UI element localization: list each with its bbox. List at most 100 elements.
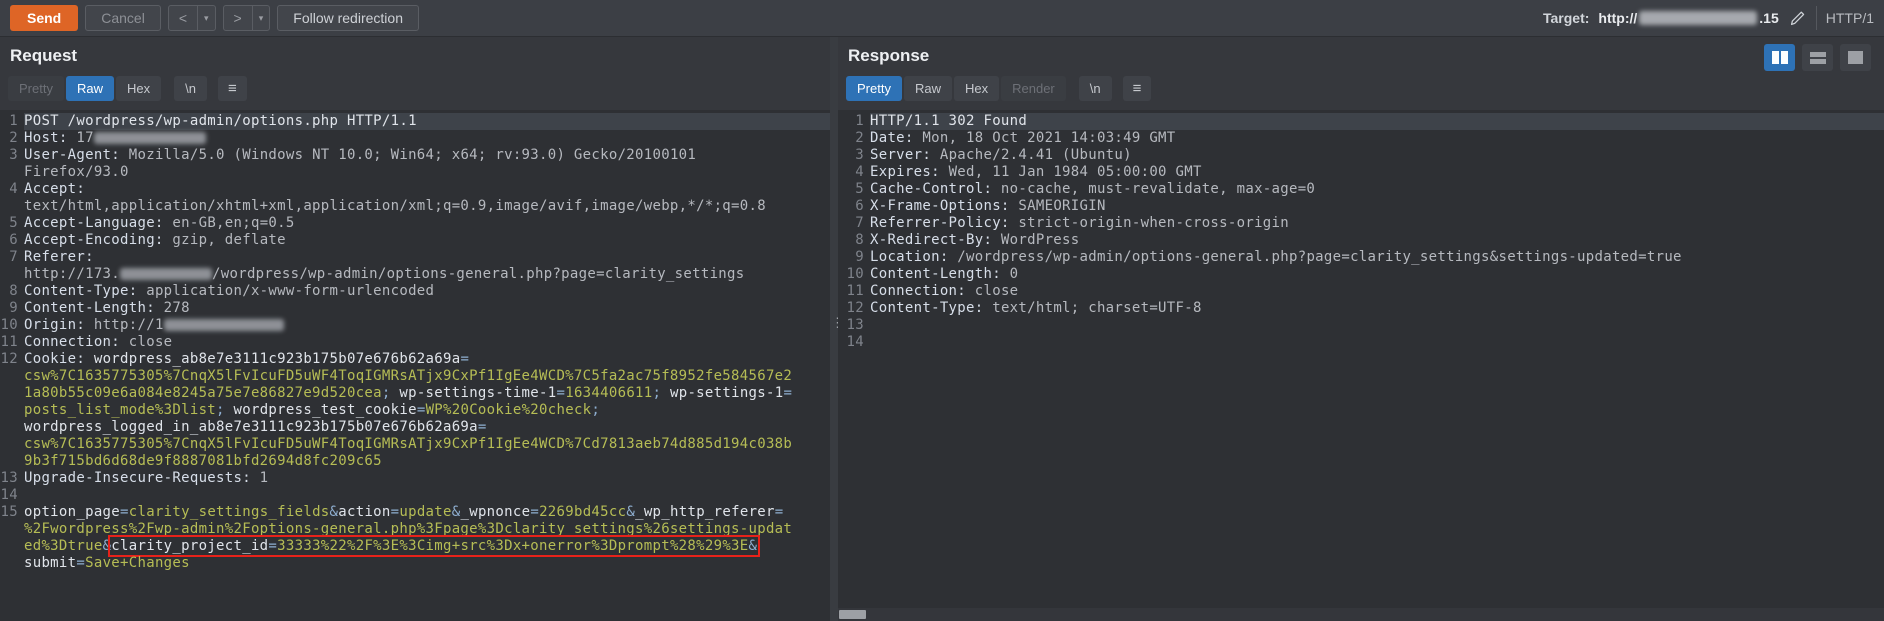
code-line: ed%3Dtrue&clarity_project_id=33333%22%2F… [0,538,830,555]
forward-history-dropdown[interactable]: ▾ [252,6,270,30]
line-number: 8 [838,232,870,249]
layout-rows-button[interactable] [1802,44,1833,71]
back-button[interactable]: < [169,6,197,30]
code-text: posts_list_mode%3Dlist; wordpress_test_c… [24,402,830,419]
line-number: 11 [838,283,870,300]
tab-nn[interactable]: \n [1079,76,1112,101]
panel-divider[interactable]: ⋮ [830,37,838,621]
tab-raw[interactable]: Raw [66,76,114,101]
line-number: 11 [0,334,24,351]
request-title: Request [0,37,830,70]
code-line: 12Content-Type: text/html; charset=UTF-8 [838,300,1884,317]
line-number: 5 [0,215,24,232]
target-area: Target: http:// .15 HTTP/1 [1543,6,1874,30]
tab-hex[interactable]: Hex [954,76,999,101]
code-text: Accept: [24,181,830,198]
chevron-right-icon: > [234,10,242,26]
code-line: 1a80b55c09e6a084e8245a75e7e86827e9d520ce… [0,385,830,402]
line-number [0,368,24,385]
code-text: Host: 17 [24,130,830,147]
code-line: posts_list_mode%3Dlist; wordpress_test_c… [0,402,830,419]
code-text: X-Redirect-By: WordPress [870,232,1884,249]
forward-button[interactable]: > [224,6,252,30]
scrollbar-thumb[interactable] [839,610,866,619]
code-text: Location: /wordpress/wp-admin/options-ge… [870,249,1884,266]
code-line: 3Server: Apache/2.4.41 (Ubuntu) [838,147,1884,164]
line-number: 2 [0,130,24,147]
code-text: option_page=clarity_settings_fields&acti… [24,504,830,521]
code-text: Firefox/93.0 [24,164,830,181]
code-text: Accept-Encoding: gzip, deflate [24,232,830,249]
code-line: 9Content-Length: 278 [0,300,830,317]
response-horizontal-scrollbar[interactable] [838,608,1884,621]
forward-control: > ▾ [223,5,271,31]
request-panel: Request PrettyRawHex \n ≡ 1POST /wordpres… [0,37,830,621]
code-text: Content-Length: 0 [870,266,1884,283]
code-line: 14 [838,334,1884,351]
code-text: Content-Type: text/html; charset=UTF-8 [870,300,1884,317]
code-text [24,487,830,504]
target-url-suffix: .15 [1759,10,1778,26]
code-text: wordpress_logged_in_ab8e7e3111c923b175b0… [24,419,830,436]
follow-redirection-button[interactable]: Follow redirection [277,5,419,31]
line-number: 1 [0,113,24,130]
tab-render[interactable]: Render [1001,76,1066,101]
code-line: 6X-Frame-Options: SAMEORIGIN [838,198,1884,215]
line-number: 7 [0,249,24,266]
back-history-dropdown[interactable]: ▾ [197,6,215,30]
line-number: 13 [838,317,870,334]
code-text: Upgrade-Insecure-Requests: 1 [24,470,830,487]
code-text: %2Fwordpress%2Fwp-admin%2Foptions-genera… [24,521,830,538]
code-text: Expires: Wed, 11 Jan 1984 05:00:00 GMT [870,164,1884,181]
line-number [0,436,24,453]
code-line: 13Upgrade-Insecure-Requests: 1 [0,470,830,487]
code-line: 3User-Agent: Mozilla/5.0 (Windows NT 10.… [0,147,830,164]
line-number: 4 [838,164,870,181]
tab-raw[interactable]: Raw [904,76,952,101]
target-url: http:// .15 [1598,10,1778,26]
code-line: http://173./wordpress/wp-admin/options-g… [0,266,830,283]
cancel-button[interactable]: Cancel [85,5,161,31]
line-number: 4 [0,181,24,198]
single-pane-icon [1848,51,1863,64]
code-line: 8Content-Type: application/x-www-form-ur… [0,283,830,300]
layout-columns-button[interactable] [1764,44,1795,71]
pencil-icon[interactable] [1788,9,1807,28]
send-button[interactable]: Send [10,5,78,31]
line-number: 3 [838,147,870,164]
target-label: Target: [1543,10,1589,26]
line-number: 10 [0,317,24,334]
code-line: 7Referrer-Policy: strict-origin-when-cro… [838,215,1884,232]
code-line: 9Location: /wordpress/wp-admin/options-g… [838,249,1884,266]
code-text: 9b3f715bd6d68de9f8887081bfd2694d8fc209c6… [24,453,830,470]
toolbar-divider [1816,6,1817,30]
code-line: 4Accept: [0,181,830,198]
code-line: 9b3f715bd6d68de9f8887081bfd2694d8fc209c6… [0,453,830,470]
tab-hex[interactable]: Hex [116,76,161,101]
code-text: Content-Length: 278 [24,300,830,317]
columns-icon [1772,51,1779,64]
tab-pretty[interactable]: Pretty [846,76,902,101]
hamburger-icon: ≡ [228,80,237,97]
layout-single-button[interactable] [1840,44,1871,71]
tab-nn[interactable]: \n [174,76,207,101]
tab-pretty[interactable]: Pretty [8,76,64,101]
code-line: 5Cache-Control: no-cache, must-revalidat… [838,181,1884,198]
code-text: Server: Apache/2.4.41 (Ubuntu) [870,147,1884,164]
code-text: Referrer-Policy: strict-origin-when-cros… [870,215,1884,232]
code-line: 4Expires: Wed, 11 Jan 1984 05:00:00 GMT [838,164,1884,181]
code-text: Cache-Control: no-cache, must-revalidate… [870,181,1884,198]
response-menu-button[interactable]: ≡ [1123,76,1152,101]
request-editor[interactable]: 1POST /wordpress/wp-admin/options.php HT… [0,110,830,621]
code-text: Referer: [24,249,830,266]
line-number [0,385,24,402]
response-panel: Response PrettyRawHexRender\n ≡ 1HTTP/1.… [838,37,1884,621]
code-line: 11Connection: close [838,283,1884,300]
code-text: User-Agent: Mozilla/5.0 (Windows NT 10.0… [24,147,830,164]
request-menu-button[interactable]: ≡ [218,76,247,101]
code-text: 1a80b55c09e6a084e8245a75e7e86827e9d520ce… [24,385,830,402]
http-version-selector[interactable]: HTTP/1 [1826,10,1874,26]
code-line: %2Fwordpress%2Fwp-admin%2Foptions-genera… [0,521,830,538]
response-editor[interactable]: 1HTTP/1.1 302 Found2Date: Mon, 18 Oct 20… [838,110,1884,621]
code-line: 10Content-Length: 0 [838,266,1884,283]
